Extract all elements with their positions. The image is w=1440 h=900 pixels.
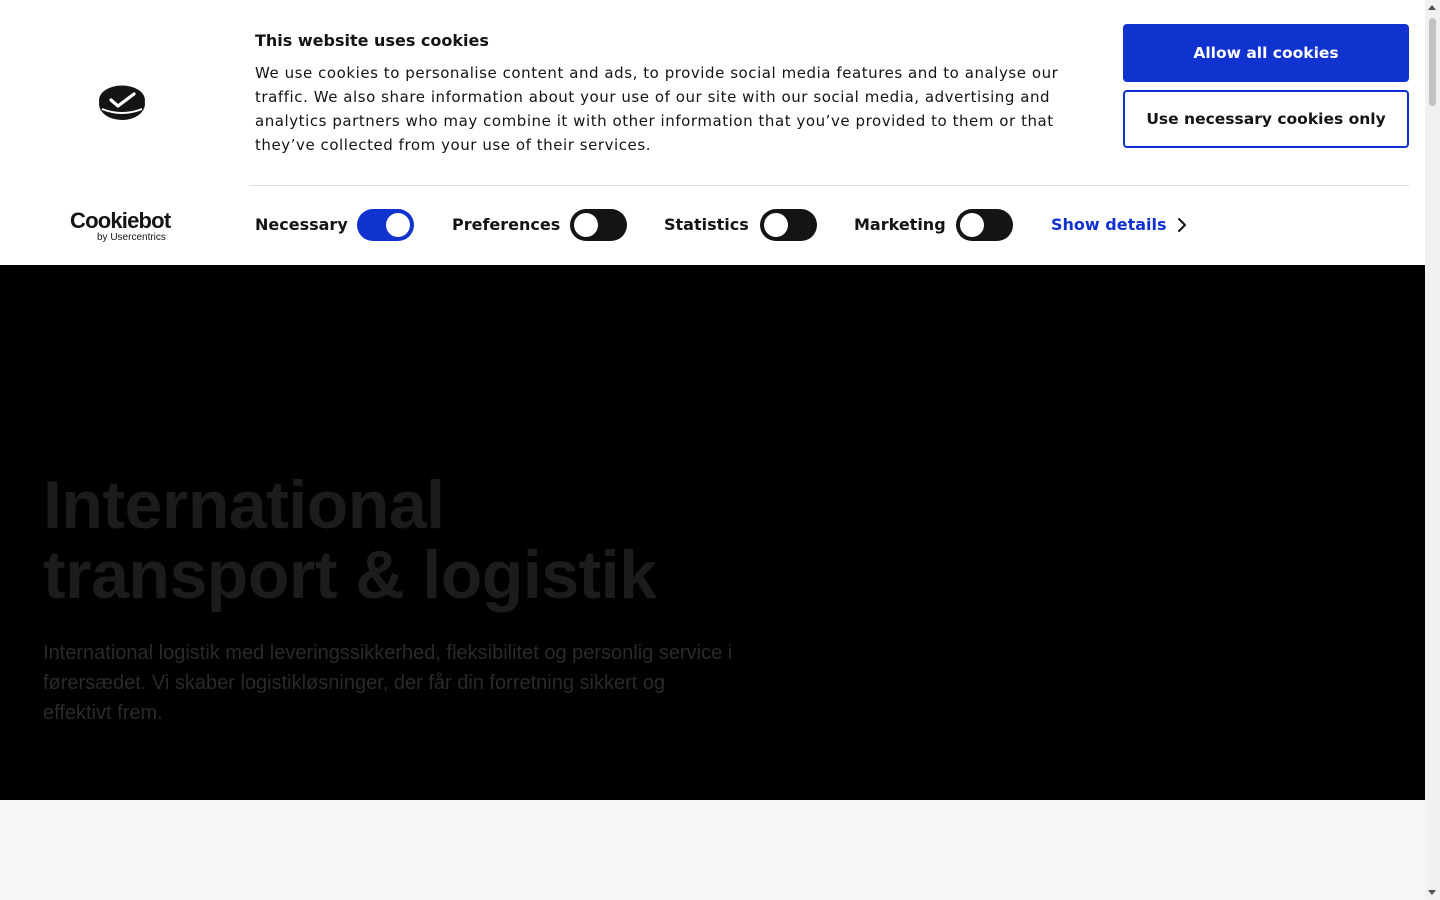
cookiebot-logo: Cookiebot by Usercentrics [70,210,174,244]
hero-title: International transport & logistik [43,467,657,613]
cookie-banner-description: We use cookies to personalise content an… [255,64,1059,154]
category-preferences-label: Preferences [452,215,561,234]
category-necessary-label: Necessary [255,215,348,234]
category-marketing-label: Marketing [854,215,946,234]
category-marketing-toggle[interactable] [956,209,1013,241]
banner-divider [249,185,1409,186]
cookiebot-wordmark: Cookiebot [70,208,171,233]
site-logo-icon [99,85,145,120]
vertical-scrollbar[interactable] [1425,0,1440,900]
scroll-down-arrow-icon[interactable] [1428,890,1436,895]
show-details-link[interactable]: Show details [1051,215,1167,235]
toggle-knob [764,213,788,237]
allow-all-cookies-button[interactable]: Allow all cookies [1123,24,1409,82]
category-statistics-toggle[interactable] [760,209,817,241]
chevron-right-icon[interactable] [1176,217,1188,233]
hero-text: International logistik med leveringssikk… [43,642,733,724]
cookie-banner-title: This website uses cookies [255,31,489,50]
toggle-knob [960,213,984,237]
toggle-knob [574,213,598,237]
category-preferences-toggle[interactable] [570,209,627,241]
cookie-banner: Cookiebot by Usercentrics This website u… [0,0,1425,265]
scrollbar-thumb[interactable] [1429,18,1436,106]
cookiebot-byline: by Usercentrics [97,232,166,243]
category-statistics-label: Statistics [664,215,749,234]
necessary-cookies-only-button[interactable]: Use necessary cookies only [1123,90,1409,148]
toggle-knob [386,213,410,237]
category-necessary-toggle[interactable] [357,209,414,241]
scroll-up-arrow-icon[interactable] [1428,5,1436,10]
